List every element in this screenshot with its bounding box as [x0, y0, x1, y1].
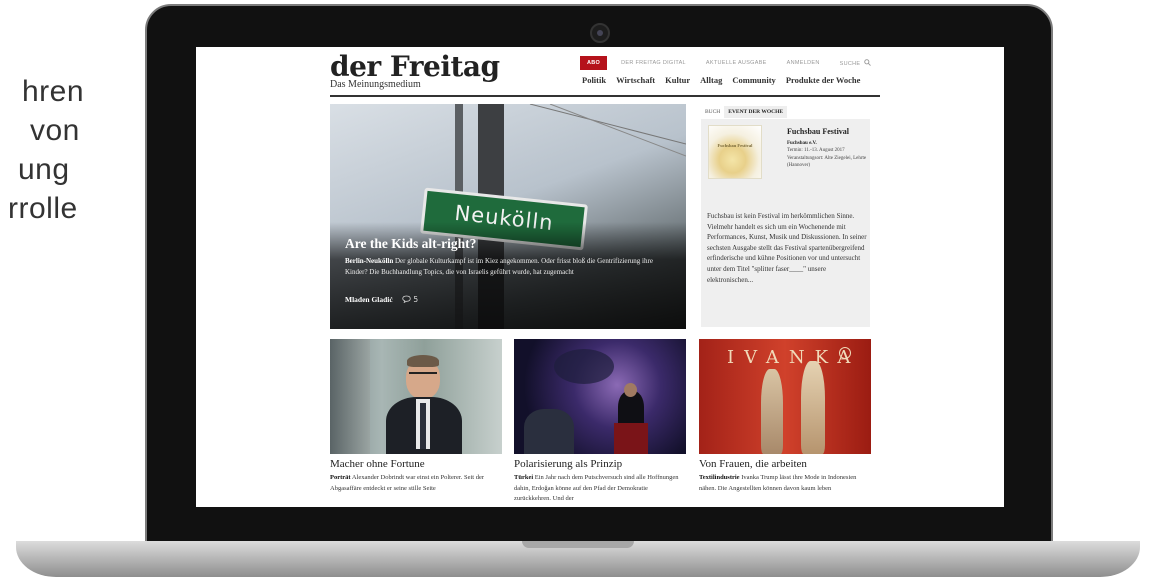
event-date: Termin: 11.-13. August 2017 — [787, 148, 845, 154]
hero-comments[interactable]: 5 — [402, 295, 418, 304]
card-image[interactable] — [514, 339, 686, 454]
main-nav: Politik Wirtschaft Kultur Alltag Communi… — [582, 75, 870, 85]
top-nav-digital[interactable]: DER FREITAG DIGITAL — [621, 60, 686, 66]
abo-button[interactable]: ABO — [580, 56, 608, 70]
article-card[interactable]: Polarisierung als Prinzip Türkei Ein Jah… — [514, 339, 686, 504]
event-venue: Veranstaltungsort: Alte Ziegelei, Lehrte… — [787, 155, 867, 168]
speaker-head — [624, 383, 637, 397]
nav-item-alltag[interactable]: Alltag — [700, 75, 722, 85]
side-text-line: von — [30, 114, 80, 147]
hero-author[interactable]: Mladen Gladić — [345, 295, 393, 304]
event-box: Fuchsbau Festival Fuchsbau Festival Fuch… — [701, 119, 870, 327]
tab-buch[interactable]: BUCH — [701, 106, 724, 118]
person-hair — [407, 355, 439, 367]
person-tie — [420, 403, 426, 449]
soldier-figure — [554, 349, 614, 384]
hero-title[interactable]: Are the Kids alt-right? — [345, 236, 476, 252]
hero-article[interactable]: Neukölln Are the Kids alt-right? Berlin-… — [330, 104, 686, 329]
top-nav-aktuelle-ausgabe[interactable]: AKTUELLE AUSGABE — [706, 60, 767, 66]
nav-item-wirtschaft[interactable]: Wirtschaft — [616, 75, 655, 85]
card-kicker: Textilindustrie — [699, 474, 740, 481]
card-kicker: Türkei — [514, 474, 534, 481]
webcam-icon — [590, 23, 610, 43]
mannequin — [761, 369, 783, 454]
event-title[interactable]: Fuchsbau Festival — [787, 127, 849, 136]
side-text-line: ung — [18, 153, 70, 186]
soldier-figure — [524, 409, 574, 454]
nav-item-community[interactable]: Community — [732, 75, 775, 85]
top-nav: ABO DER FREITAG DIGITAL AKTUELLE AUSGABE… — [580, 56, 872, 70]
event-thumbnail-label: Fuchsbau Festival — [717, 143, 753, 148]
comment-icon — [402, 295, 411, 304]
card-teaser: Textilindustrie Ivanka Trump lässt ihre … — [699, 473, 871, 504]
logo-wordmark[interactable]: der Freitag — [330, 53, 500, 81]
station-pillar — [330, 339, 370, 454]
card-title[interactable]: Macher ohne Fortune — [330, 458, 502, 470]
card-teaser-text: Alexander Dobrindt war einst ein Poltere… — [330, 474, 484, 492]
tab-event-der-woche[interactable]: EVENT DER WOCHE — [724, 106, 788, 118]
article-card[interactable]: Macher ohne Fortune Porträt Alexander Do… — [330, 339, 502, 504]
card-kicker: Porträt — [330, 474, 351, 481]
top-nav-suche[interactable]: SUCHE — [840, 59, 872, 67]
sidebar-tabs: BUCH EVENT DER WOCHE — [701, 106, 788, 118]
hero-kicker: Berlin-Neukölln — [345, 257, 394, 265]
hero-comment-count: 5 — [413, 295, 419, 304]
search-icon — [864, 59, 872, 66]
card-teaser: Porträt Alexander Dobrindt war einst ein… — [330, 473, 502, 504]
nav-item-kultur[interactable]: Kultur — [665, 75, 690, 85]
top-nav-anmelden[interactable]: ANMELDEN — [787, 60, 820, 66]
mannequin — [801, 361, 825, 454]
card-image[interactable]: IVANKA — [699, 339, 871, 454]
side-text-line: rrolle — [8, 192, 78, 225]
hero-teaser: Berlin-Neukölln Der globale Kulturkampf … — [345, 256, 670, 277]
laptop-notch — [522, 541, 634, 548]
event-thumbnail[interactable]: Fuchsbau Festival — [708, 125, 762, 179]
site-logo[interactable]: der Freitag Das Meinungsmedium — [330, 53, 500, 91]
lectern — [614, 423, 648, 454]
wall-clock — [839, 347, 851, 359]
side-text-line: hren — [22, 75, 85, 108]
header-divider — [330, 95, 880, 97]
nav-item-produkte-der-woche[interactable]: Produkte der Woche — [786, 75, 861, 85]
card-image[interactable] — [330, 339, 502, 454]
event-meta: Fuchsbau e.V. Termin: 11.-13. August 201… — [787, 140, 867, 169]
card-title[interactable]: Polarisierung als Prinzip — [514, 458, 686, 470]
suche-label: SUCHE — [839, 61, 861, 67]
person-glasses — [409, 372, 437, 379]
side-text: hren von ung rrolle — [0, 72, 84, 228]
card-teaser-text: Ein Jahr nach dem Putschversuch sind all… — [514, 474, 679, 502]
card-teaser: Türkei Ein Jahr nach dem Putschversuch s… — [514, 473, 686, 504]
event-organizer: Fuchsbau e.V. — [787, 141, 817, 146]
event-description: Fuchsbau ist kein Festival im herkömmlic… — [707, 212, 867, 284]
nav-item-politik[interactable]: Politik — [582, 75, 606, 85]
article-card[interactable]: IVANKA Von Frauen, die arbeiten Textilin… — [699, 339, 871, 504]
laptop-screen: der Freitag Das Meinungsmedium ABO DER F… — [196, 47, 1004, 507]
card-title[interactable]: Von Frauen, die arbeiten — [699, 458, 871, 470]
